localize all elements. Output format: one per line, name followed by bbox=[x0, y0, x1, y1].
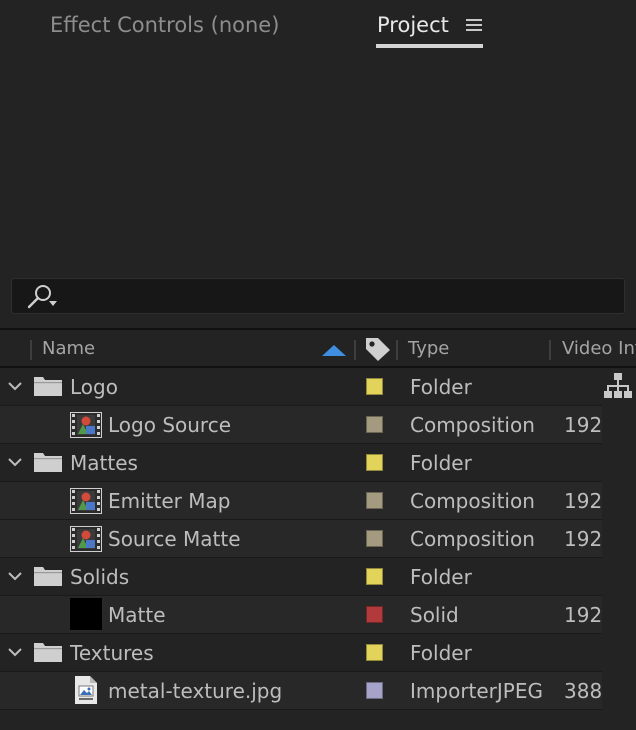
tab-effect-controls[interactable]: Effect Controls (none) bbox=[50, 10, 279, 40]
item-type: Folder bbox=[410, 451, 472, 475]
project-preview-area bbox=[0, 52, 636, 274]
list-item-folder[interactable]: Mattes Folder bbox=[0, 444, 602, 482]
list-item-folder[interactable]: Textures Folder bbox=[0, 634, 602, 672]
item-video-info: 388 bbox=[564, 679, 602, 703]
chevron-down-icon[interactable] bbox=[7, 381, 23, 391]
tab-project[interactable]: Project bbox=[377, 10, 449, 40]
column-separator[interactable] bbox=[354, 340, 356, 360]
list-item-folder[interactable]: Solids Folder bbox=[0, 558, 602, 596]
solid-icon bbox=[70, 598, 102, 630]
composition-icon bbox=[70, 488, 102, 514]
item-name: Logo Source bbox=[108, 413, 232, 437]
column-header-row: Name Type Video Inf bbox=[0, 330, 636, 366]
label-color-swatch[interactable] bbox=[366, 492, 383, 509]
active-tab-indicator bbox=[376, 44, 483, 48]
item-name: Logo bbox=[70, 375, 118, 399]
label-color-swatch[interactable] bbox=[366, 378, 383, 395]
item-name: Source Matte bbox=[108, 527, 241, 551]
column-separator[interactable] bbox=[396, 340, 398, 360]
item-name: Solids bbox=[70, 565, 130, 589]
label-color-swatch[interactable] bbox=[366, 416, 383, 433]
column-separator[interactable] bbox=[30, 340, 32, 360]
flowchart-icon[interactable] bbox=[604, 372, 632, 400]
item-type: Composition bbox=[410, 489, 535, 513]
item-name: metal-texture.jpg bbox=[108, 679, 283, 703]
item-video-info: 192( bbox=[564, 603, 602, 627]
project-panel: Effect Controls (none) Project Name Type… bbox=[0, 0, 636, 730]
item-name: Mattes bbox=[70, 451, 138, 475]
folder-icon bbox=[34, 567, 62, 586]
item-type: Folder bbox=[410, 565, 472, 589]
item-type: Solid bbox=[410, 603, 459, 627]
image-file-icon bbox=[75, 676, 97, 704]
list-item-jpeg[interactable]: metal-texture.jpg ImporterJPEG 388 bbox=[0, 672, 602, 710]
item-video-info: 192( bbox=[564, 413, 602, 437]
folder-icon bbox=[34, 453, 62, 472]
item-name: Textures bbox=[70, 641, 154, 665]
column-header-name[interactable]: Name bbox=[42, 338, 95, 359]
sort-ascending-icon[interactable] bbox=[322, 344, 346, 356]
item-type: Folder bbox=[410, 641, 472, 665]
search-field[interactable] bbox=[11, 278, 625, 315]
search-input[interactable] bbox=[66, 279, 620, 315]
label-color-swatch[interactable] bbox=[366, 606, 383, 623]
item-name: Emitter Map bbox=[108, 489, 231, 513]
panel-tab-bar: Effect Controls (none) Project bbox=[0, 0, 636, 52]
list-item-solid[interactable]: Matte Solid 192( bbox=[0, 596, 602, 634]
label-color-swatch[interactable] bbox=[366, 568, 383, 585]
item-type: ImporterJPEG bbox=[410, 679, 543, 703]
item-video-info: 192( bbox=[564, 489, 602, 513]
list-item-folder[interactable]: Logo Folder bbox=[0, 368, 602, 406]
composition-icon bbox=[70, 526, 102, 552]
composition-icon bbox=[70, 412, 102, 438]
chevron-down-icon[interactable] bbox=[7, 647, 23, 657]
item-type: Folder bbox=[410, 375, 472, 399]
column-header-video-info[interactable]: Video Inf bbox=[562, 338, 636, 359]
label-color-swatch[interactable] bbox=[366, 454, 383, 471]
label-color-swatch[interactable] bbox=[366, 682, 383, 699]
label-color-swatch[interactable] bbox=[366, 530, 383, 547]
chevron-down-icon[interactable] bbox=[7, 457, 23, 467]
list-item-composition[interactable]: Logo Source Composition 192( bbox=[0, 406, 602, 444]
search-magnifier-icon[interactable] bbox=[25, 284, 59, 310]
list-item-composition[interactable]: Emitter Map Composition 192( bbox=[0, 482, 602, 520]
item-type: Composition bbox=[410, 413, 535, 437]
chevron-down-icon[interactable] bbox=[7, 571, 23, 581]
project-items-list: Logo Folder Logo Source Composition 192( bbox=[0, 368, 602, 710]
folder-icon bbox=[34, 377, 62, 396]
label-color-swatch[interactable] bbox=[366, 644, 383, 661]
folder-icon bbox=[34, 643, 62, 662]
column-separator[interactable] bbox=[549, 340, 551, 360]
label-tag-icon[interactable] bbox=[364, 336, 391, 362]
column-header-type[interactable]: Type bbox=[408, 338, 449, 359]
item-name: Matte bbox=[108, 603, 166, 627]
list-item-composition[interactable]: Source Matte Composition 192( bbox=[0, 520, 602, 558]
item-video-info: 192( bbox=[564, 527, 602, 551]
hamburger-menu-icon[interactable] bbox=[466, 18, 482, 32]
item-type: Composition bbox=[410, 527, 535, 551]
